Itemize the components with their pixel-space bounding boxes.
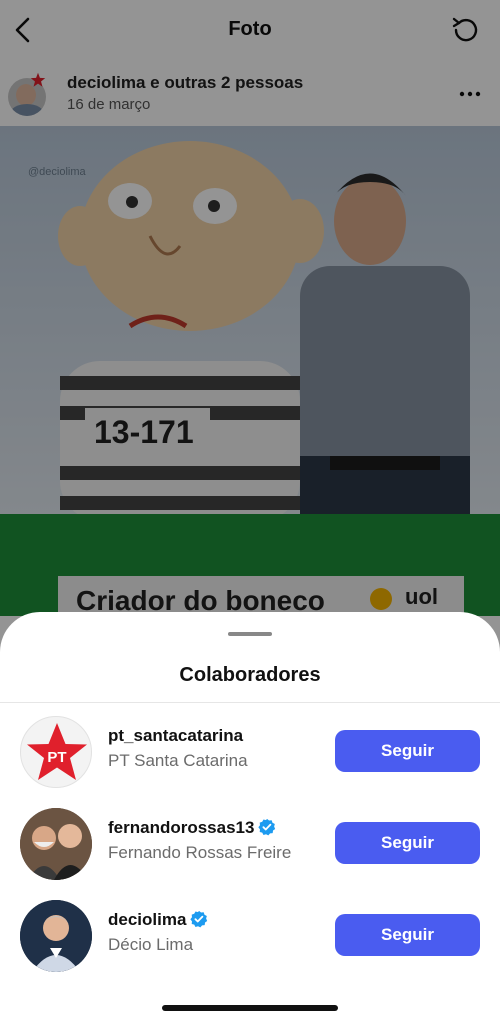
collaborator-row[interactable]: deciolima Décio Lima Seguir [0, 894, 500, 978]
sheet-drag-handle[interactable] [228, 632, 272, 636]
avatar-photo [20, 900, 92, 972]
collaborator-name: Décio Lima [108, 935, 194, 954]
collaborator-username[interactable]: fernandorossas13 [108, 818, 276, 838]
avatar-photo [20, 808, 92, 880]
follow-button[interactable]: Seguir [335, 730, 480, 772]
collaborator-username[interactable]: deciolima [108, 910, 208, 930]
pt-logo-text: PT [47, 749, 66, 766]
collaborators-sheet: Colaboradores PT pt_santacatarina PT San… [0, 612, 500, 1024]
collaborator-row[interactable]: PT pt_santacatarina PT Santa Catarina Se… [0, 710, 500, 794]
collaborator-name: Fernando Rossas Freire [108, 843, 292, 862]
collaborator-name: PT Santa Catarina [108, 751, 248, 770]
collaborator-row[interactable]: fernandorossas13 Fernando Rossas Freire … [0, 802, 500, 886]
username-text: fernandorossas13 [108, 818, 255, 837]
collaborator-username[interactable]: pt_santacatarina [108, 726, 243, 746]
avatar[interactable] [20, 900, 92, 972]
home-indicator[interactable] [162, 1005, 338, 1011]
verified-badge-icon [190, 910, 208, 928]
avatar[interactable]: PT [20, 716, 92, 788]
avatar[interactable] [20, 808, 92, 880]
follow-button[interactable]: Seguir [335, 914, 480, 956]
divider [0, 702, 500, 703]
pt-star-icon: PT [27, 723, 87, 780]
verified-badge-icon [258, 818, 276, 836]
follow-button[interactable]: Seguir [335, 822, 480, 864]
username-text: deciolima [108, 910, 187, 929]
sheet-title: Colaboradores [179, 664, 321, 686]
